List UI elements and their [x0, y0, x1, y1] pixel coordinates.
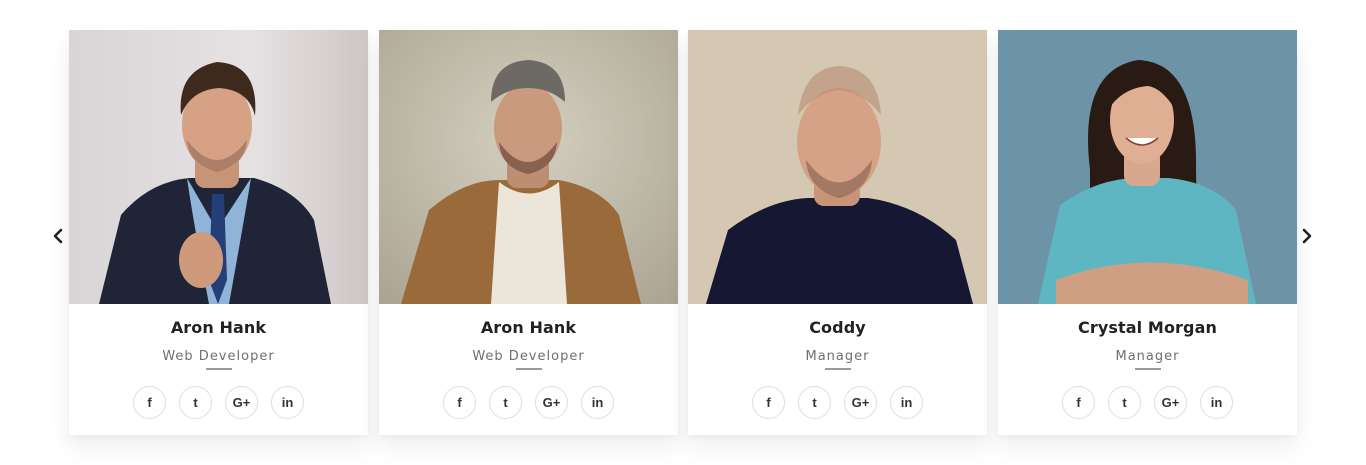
team-member-photo	[379, 30, 678, 304]
google-plus-icon[interactable]: G+	[844, 386, 877, 419]
chevron-right-icon	[1302, 228, 1312, 244]
facebook-icon[interactable]: f	[133, 386, 166, 419]
facebook-icon[interactable]: f	[443, 386, 476, 419]
linkedin-icon[interactable]: in	[890, 386, 923, 419]
social-links: f t G+ in	[379, 386, 678, 419]
linkedin-icon[interactable]: in	[1200, 386, 1233, 419]
facebook-icon[interactable]: f	[1062, 386, 1095, 419]
team-card: Aron Hank Web Developer f t G+ in	[69, 30, 368, 435]
member-role: Manager	[805, 349, 870, 364]
social-links: f t G+ in	[69, 386, 368, 419]
prev-arrow-button[interactable]	[48, 226, 68, 246]
google-plus-icon[interactable]: G+	[535, 386, 568, 419]
team-member-photo	[998, 30, 1297, 304]
member-role: Web Developer	[472, 349, 585, 364]
linkedin-icon[interactable]: in	[581, 386, 614, 419]
social-links: f t G+ in	[688, 386, 987, 419]
google-plus-icon[interactable]: G+	[225, 386, 258, 419]
role-divider	[1134, 368, 1161, 370]
member-role: Manager	[1115, 349, 1180, 364]
role-divider	[515, 368, 542, 370]
twitter-icon[interactable]: t	[489, 386, 522, 419]
member-name: Coddy	[809, 318, 866, 337]
facebook-icon[interactable]: f	[752, 386, 785, 419]
chevron-left-icon	[53, 228, 63, 244]
social-links: f t G+ in	[998, 386, 1297, 419]
member-name: Crystal Morgan	[1078, 318, 1217, 337]
member-name: Aron Hank	[480, 318, 577, 337]
role-divider	[205, 368, 232, 370]
team-member-photo	[69, 30, 368, 304]
linkedin-icon[interactable]: in	[271, 386, 304, 419]
team-card: Aron Hank Web Developer f t G+ in	[379, 30, 678, 435]
next-arrow-button[interactable]	[1297, 226, 1317, 246]
member-role: Web Developer	[162, 349, 275, 364]
team-card: Coddy Manager f t G+ in	[688, 30, 987, 435]
team-card: Crystal Morgan Manager f t G+ in	[998, 30, 1297, 435]
twitter-icon[interactable]: t	[179, 386, 212, 419]
twitter-icon[interactable]: t	[1108, 386, 1141, 419]
team-member-photo	[688, 30, 987, 304]
twitter-icon[interactable]: t	[798, 386, 831, 419]
google-plus-icon[interactable]: G+	[1154, 386, 1187, 419]
role-divider	[824, 368, 851, 370]
member-name: Aron Hank	[170, 318, 267, 337]
